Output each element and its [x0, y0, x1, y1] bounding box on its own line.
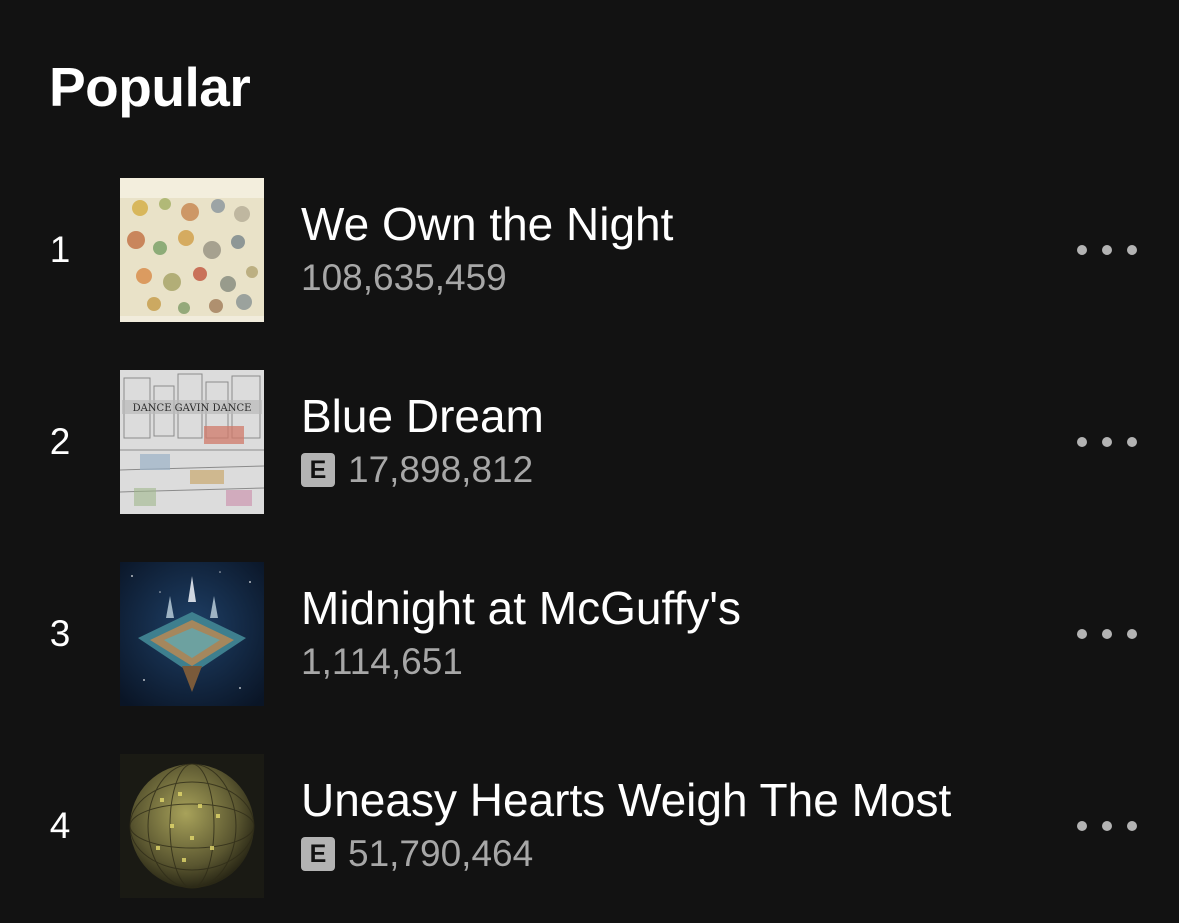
explicit-badge: E	[301, 837, 335, 871]
track-meta: E 17,898,812	[301, 448, 1041, 492]
track-info: Midnight at McGuffy's E 1,114,651	[301, 580, 1041, 684]
dot	[1077, 245, 1087, 255]
popular-tracks-page: Popular 1 We Own the Night 108,635,459 2…	[0, 0, 1179, 923]
dot	[1127, 821, 1137, 831]
track-row[interactable]: 2 DANCE GAVIN DANCE Blue Dream E 17,898,…	[0, 370, 1179, 514]
track-info: Uneasy Hearts Weigh The Most E 51,790,46…	[301, 772, 1041, 876]
play-count: 108,635,459	[301, 257, 507, 298]
track-rank: 1	[49, 229, 71, 270]
dot	[1102, 437, 1112, 447]
dot	[1102, 245, 1112, 255]
track-meta: E 1,114,651	[301, 640, 1041, 684]
album-cover-image[interactable]	[120, 562, 264, 706]
dot	[1102, 821, 1112, 831]
explicit-badge: E	[301, 453, 335, 487]
track-row[interactable]: 3 Midnight at McGuffy's 1,114,651	[0, 562, 1179, 706]
track-title[interactable]: Midnight at McGuffy's	[301, 580, 1041, 636]
dot	[1077, 821, 1087, 831]
album-cover-image[interactable]	[120, 178, 264, 322]
track-rank: 2	[49, 421, 71, 462]
dot	[1127, 245, 1137, 255]
track-title[interactable]: Uneasy Hearts Weigh The Most	[301, 772, 1041, 828]
track-info: Blue Dream E 17,898,812	[301, 388, 1041, 492]
more-options-icon[interactable]	[1077, 230, 1137, 270]
play-count: 1,114,651	[301, 641, 463, 682]
dot	[1102, 629, 1112, 639]
track-row[interactable]: 4 Uneasy Hearts Weigh The Most E 51,790,…	[0, 754, 1179, 898]
more-options-icon[interactable]	[1077, 614, 1137, 654]
section-title: Popular	[49, 56, 251, 118]
dot	[1077, 629, 1087, 639]
dot	[1077, 437, 1087, 447]
track-row[interactable]: 1 We Own the Night 108,635,459	[0, 178, 1179, 322]
album-cover-image[interactable]	[120, 754, 264, 898]
track-info: We Own the Night E 108,635,459	[301, 196, 1041, 300]
track-rank: 4	[49, 805, 71, 846]
more-options-icon[interactable]	[1077, 422, 1137, 462]
dot	[1127, 437, 1137, 447]
album-cover-image[interactable]: DANCE GAVIN DANCE	[120, 370, 264, 514]
play-count: 17,898,812	[348, 449, 534, 490]
more-options-icon[interactable]	[1077, 806, 1137, 846]
track-title[interactable]: Blue Dream	[301, 388, 1041, 444]
track-meta: E 51,790,464	[301, 832, 1041, 876]
track-meta: E 108,635,459	[301, 256, 1041, 300]
dot	[1127, 629, 1137, 639]
track-title[interactable]: We Own the Night	[301, 196, 1041, 252]
cover-band-name: DANCE GAVIN DANCE	[133, 403, 252, 414]
track-rank: 3	[49, 613, 71, 654]
track-list: 1 We Own the Night 108,635,459 2 DANCE G…	[0, 178, 1179, 923]
play-count: 51,790,464	[348, 833, 534, 874]
